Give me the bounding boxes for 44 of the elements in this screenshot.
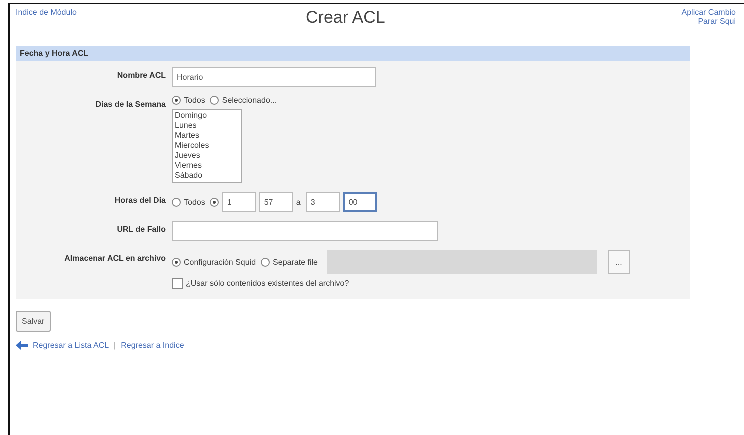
- day-option[interactable]: Lunes: [175, 121, 239, 131]
- time-field[interactable]: 57: [259, 192, 294, 212]
- radio-button[interactable]: [172, 198, 181, 206]
- time-field[interactable]: 00: [342, 192, 377, 212]
- day-option[interactable]: Martes: [175, 131, 239, 141]
- top-right-link[interactable]: Aplicar Cambio: [682, 8, 736, 17]
- day-option[interactable]: Viernes: [175, 161, 239, 171]
- days-listbox[interactable]: Domingo Lunes Martes Miercoles Jueves Viernes Sábado: [172, 109, 242, 183]
- field-label: Almacenar ACL en archivo: [64, 253, 166, 265]
- radio-button[interactable]: [210, 96, 220, 105]
- radio-label: Separate file: [273, 258, 318, 266]
- day-option[interactable]: Domingo: [175, 111, 239, 121]
- radio-label: Seleccionado...: [222, 96, 278, 105]
- top-right-link[interactable]: Parar Squi: [698, 17, 736, 26]
- module-index-link[interactable]: Indice de Módulo: [16, 8, 306, 17]
- field-label: Nombre ACL: [116, 70, 166, 82]
- page-title: Crear ACL: [306, 8, 386, 28]
- checkbox-label: ¿Usar sólo contenidos existentes del archivo?: [186, 279, 350, 288]
- back-arrow-icon: [16, 341, 28, 350]
- checkbox[interactable]: [172, 278, 183, 289]
- radio-label: Todos: [184, 198, 206, 206]
- time-field[interactable]: 3: [306, 192, 340, 212]
- radio-button[interactable]: [261, 258, 270, 266]
- back-to-list-link[interactable]: Regresar a Lista ACL: [33, 341, 110, 350]
- day-option[interactable]: Miercoles: [175, 141, 239, 151]
- link-separator: |: [114, 341, 116, 350]
- day-option[interactable]: Sábado: [175, 171, 239, 181]
- field-label: Horas del Dia: [114, 195, 166, 207]
- radio-button[interactable]: [172, 96, 181, 105]
- field-label: URL de Fallo: [116, 224, 166, 236]
- radio-label: Configuración Squid: [184, 258, 256, 266]
- browse-button[interactable]: ...: [608, 250, 630, 274]
- day-option[interactable]: Jueves: [175, 151, 239, 161]
- back-to-index-link[interactable]: Regresar a Indice: [121, 341, 184, 350]
- radio-button[interactable]: [172, 258, 181, 266]
- save-button[interactable]: Salvar: [16, 311, 51, 332]
- field-label: Dias de la Semana: [94, 99, 166, 111]
- time-field[interactable]: 1: [222, 192, 256, 212]
- section-header: Fecha y Hora ACL: [16, 46, 690, 61]
- separator-text: a: [296, 198, 301, 206]
- radio-button[interactable]: [210, 198, 220, 206]
- text-field[interactable]: [172, 221, 438, 241]
- radio-label: Todos: [184, 96, 206, 105]
- text-field[interactable]: Horario: [172, 67, 376, 87]
